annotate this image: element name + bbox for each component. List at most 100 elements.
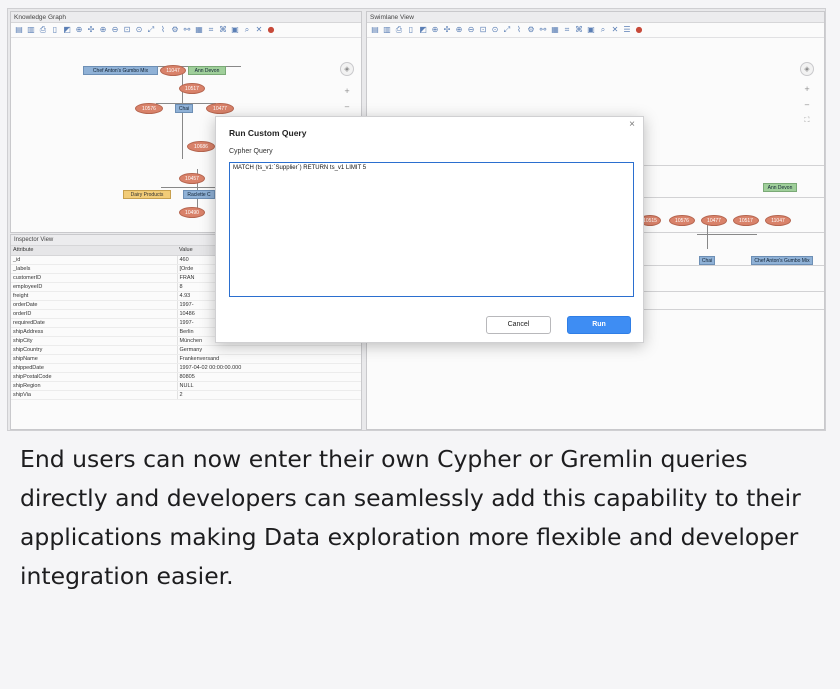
graph-node-order[interactable]: 11047 bbox=[160, 65, 186, 76]
attribute-cell: shipCity bbox=[11, 336, 178, 346]
swimlane-node-product[interactable]: Chef Anton's Gumbo Mix bbox=[751, 256, 813, 265]
attribute-cell: orderDate bbox=[11, 300, 178, 310]
zoom-out-icon[interactable]: ⊖ bbox=[110, 25, 120, 35]
attribute-cell: _id bbox=[11, 255, 178, 265]
image-icon[interactable]: ▣ bbox=[586, 25, 596, 35]
page-icon[interactable]: ▯ bbox=[50, 25, 60, 35]
select-icon[interactable]: ◩ bbox=[62, 25, 72, 35]
search-icon[interactable]: ⌕ bbox=[598, 25, 608, 35]
chart-icon[interactable]: ⌗ bbox=[562, 25, 572, 35]
graph-node-product[interactable]: Raclette C bbox=[183, 190, 215, 199]
share-icon[interactable]: ⚯ bbox=[182, 25, 192, 35]
clear-icon[interactable]: ✕ bbox=[254, 25, 264, 35]
attribute-cell: shipPostalCode bbox=[11, 372, 178, 382]
layout-icon[interactable]: ▤ bbox=[14, 25, 24, 35]
graph-node-order[interactable]: 10686 bbox=[187, 141, 215, 152]
value-cell: NULL bbox=[177, 381, 361, 391]
close-icon[interactable]: × bbox=[629, 119, 635, 130]
zoom-reset-icon[interactable]: ⊙ bbox=[490, 25, 500, 35]
print-icon[interactable]: ⎙ bbox=[394, 25, 404, 35]
swimlane-node-order[interactable]: 10517 bbox=[733, 215, 759, 226]
pan-control[interactable]: ◈ bbox=[800, 62, 814, 76]
share-icon[interactable]: ⚯ bbox=[538, 25, 548, 35]
collapse-icon[interactable]: ⌘ bbox=[574, 25, 584, 35]
zoom-fit-icon[interactable]: ⊡ bbox=[122, 25, 132, 35]
zoom-in-icon[interactable]: ⊕ bbox=[98, 25, 108, 35]
pan-control[interactable]: ◈ bbox=[340, 62, 354, 76]
swimlane-node-order[interactable]: 11047 bbox=[765, 215, 791, 226]
swimlane-node-employee[interactable]: Ann Devon bbox=[763, 183, 797, 192]
zoom-out-icon[interactable]: ⊖ bbox=[466, 25, 476, 35]
table-row[interactable]: shipCountry Germany bbox=[11, 345, 361, 355]
graph-node-order[interactable]: 10576 bbox=[135, 103, 163, 114]
graph-node-category[interactable]: Dairy Products bbox=[123, 190, 171, 199]
zoom-out-button[interactable]: − bbox=[800, 99, 814, 113]
zoom-reset-icon[interactable]: ⊙ bbox=[134, 25, 144, 35]
select-icon[interactable]: ◩ bbox=[418, 25, 428, 35]
stop-icon[interactable]: ● bbox=[266, 25, 276, 35]
column-header: Attribute bbox=[11, 246, 177, 256]
zoom-fit-icon[interactable]: ⊡ bbox=[478, 25, 488, 35]
run-query-dialog: × Run Custom Query Cypher Query MATCH (t… bbox=[215, 116, 644, 343]
edge bbox=[161, 187, 221, 188]
swimlane-node-product[interactable]: Chai bbox=[699, 256, 715, 265]
lanes-icon[interactable]: ☰ bbox=[622, 25, 632, 35]
grid-icon[interactable]: ▦ bbox=[194, 25, 204, 35]
image-icon[interactable]: ▣ bbox=[230, 25, 240, 35]
attribute-cell: shipCountry bbox=[11, 345, 178, 355]
zoom-in-button[interactable]: + bbox=[340, 85, 354, 99]
pointer-icon[interactable]: ⊕ bbox=[430, 25, 440, 35]
table-row[interactable]: shipPostalCode 80805 bbox=[11, 372, 361, 382]
table-row[interactable]: shipVia 2 bbox=[11, 390, 361, 400]
edge bbox=[697, 234, 757, 235]
swimlane-node-order[interactable]: 10576 bbox=[669, 215, 695, 226]
caption-text: End users can now enter their own Cypher… bbox=[20, 445, 801, 590]
panel-title: Knowledge Graph bbox=[11, 12, 361, 23]
search-icon[interactable]: ⌕ bbox=[242, 25, 252, 35]
swimlane-node-order[interactable]: 10477 bbox=[701, 215, 727, 226]
filter-icon[interactable]: ⌇ bbox=[514, 25, 524, 35]
zoom-out-button[interactable]: − bbox=[340, 101, 354, 115]
move-icon[interactable]: ✣ bbox=[442, 25, 452, 35]
query-input[interactable]: MATCH (ts_v1:`Supplier`) RETURN ts_v1 LI… bbox=[229, 162, 634, 297]
table-row[interactable]: shipRegion NULL bbox=[11, 381, 361, 391]
graph-node-order[interactable]: 10490 bbox=[179, 207, 205, 218]
attribute-cell: requiredDate bbox=[11, 318, 178, 328]
expand-icon[interactable]: ⤢ bbox=[502, 25, 512, 35]
pointer-icon[interactable]: ⊕ bbox=[74, 25, 84, 35]
graph-node-order[interactable]: 10457 bbox=[179, 173, 205, 184]
collapse-icon[interactable]: ⌘ bbox=[218, 25, 228, 35]
attribute-cell: shipAddress bbox=[11, 327, 178, 337]
zoom-in-button[interactable]: + bbox=[800, 83, 814, 97]
layout-alt-icon[interactable]: ▥ bbox=[26, 25, 36, 35]
stop-icon[interactable]: ● bbox=[634, 25, 644, 35]
cancel-button[interactable]: Cancel bbox=[486, 316, 551, 334]
settings-icon[interactable]: ⚙ bbox=[526, 25, 536, 35]
attribute-cell: customerID bbox=[11, 273, 178, 283]
attribute-cell: shipRegion bbox=[11, 381, 178, 391]
expand-icon[interactable]: ⤢ bbox=[146, 25, 156, 35]
layout-icon[interactable]: ▤ bbox=[370, 25, 380, 35]
fit-button[interactable]: ⛶ bbox=[800, 114, 814, 128]
chart-icon[interactable]: ⌗ bbox=[206, 25, 216, 35]
table-row[interactable]: shipName Frankenversand bbox=[11, 354, 361, 364]
zoom-in-icon[interactable]: ⊕ bbox=[454, 25, 464, 35]
swimlane-toolbar: ▤ ▥ ⎙ ▯ ◩ ⊕ ✣ ⊕ ⊖ ⊡ ⊙ ⤢ ⌇ ⚙ ⚯ ▦ ⌗ ⌘ ▣ ⌕ … bbox=[367, 23, 824, 38]
app-screenshot: Knowledge Graph ▤ ▥ ⎙ ▯ ◩ ⊕ ✣ ⊕ ⊖ ⊡ ⊙ ⤢ … bbox=[7, 8, 826, 431]
graph-node-order[interactable]: 10477 bbox=[206, 103, 234, 114]
attribute-cell: _labels bbox=[11, 264, 178, 274]
clear-icon[interactable]: ✕ bbox=[610, 25, 620, 35]
grid-icon[interactable]: ▦ bbox=[550, 25, 560, 35]
move-icon[interactable]: ✣ bbox=[86, 25, 96, 35]
print-icon[interactable]: ⎙ bbox=[38, 25, 48, 35]
table-row[interactable]: shippedDate 1997-04-02 00:00:00.000 bbox=[11, 363, 361, 373]
graph-node-product[interactable]: Chef Anton's Gumbo Mix bbox=[83, 66, 158, 75]
settings-icon[interactable]: ⚙ bbox=[170, 25, 180, 35]
layout-alt-icon[interactable]: ▥ bbox=[382, 25, 392, 35]
page-icon[interactable]: ▯ bbox=[406, 25, 416, 35]
graph-node-product[interactable]: Chai bbox=[175, 104, 193, 113]
graph-node-employee[interactable]: Ann Devon bbox=[188, 66, 226, 75]
graph-node-order[interactable]: 10517 bbox=[179, 83, 205, 94]
filter-icon[interactable]: ⌇ bbox=[158, 25, 168, 35]
run-button[interactable]: Run bbox=[567, 316, 631, 334]
